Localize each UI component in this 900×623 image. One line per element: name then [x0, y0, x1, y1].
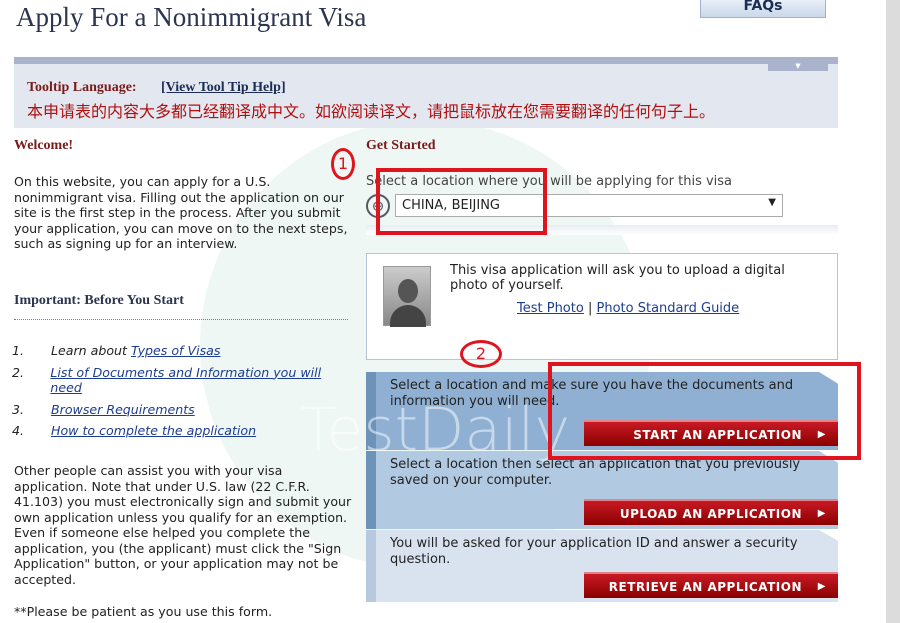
arrow-right-icon: ▶ [817, 581, 826, 592]
list-item: 1. Learn about Types of Visas [12, 343, 352, 359]
patience-notice: **Please be patient as you use this form… [14, 604, 273, 619]
item-number: 2. [12, 364, 25, 380]
photo-text: This visa application will ask you to up… [450, 263, 785, 293]
watermark: TestDaily [300, 395, 570, 465]
browser-requirements-link[interactable]: Browser Requirements [51, 402, 195, 417]
view-tooltip-help-link[interactable]: [View Tool Tip Help] [161, 80, 286, 96]
signing-notice: Other people can assist you with your vi… [14, 463, 352, 587]
photo-info-box: This visa application will ask you to up… [366, 253, 838, 360]
list-item: 2. List of Documents and Information you … [12, 365, 352, 396]
tooltip-language-panel: ▼ Tooltip Language: [View Tool Tip Help]… [14, 57, 838, 128]
dropdown-arrow-icon[interactable]: ▼ [768, 197, 776, 208]
welcome-heading: Welcome! [14, 138, 74, 153]
how-to-complete-link[interactable]: How to complete the application [51, 423, 256, 438]
get-started-heading: Get Started [366, 138, 436, 153]
upload-application-button[interactable]: UPLOAD AN APPLICATION ▶ [584, 499, 838, 525]
annotation-number-2: 2 [460, 340, 502, 368]
types-of-visas-link[interactable]: Types of Visas [131, 343, 220, 358]
item-prefix: Learn about [51, 343, 131, 358]
retrieve-panel: You will be asked for your application I… [366, 530, 838, 602]
sample-photo [383, 266, 431, 327]
test-photo-link[interactable]: Test Photo [517, 301, 584, 316]
item-number: 3. [12, 401, 25, 417]
annotation-number-1: 1 [331, 148, 355, 180]
scrollbar[interactable] [886, 0, 900, 623]
button-label: RETRIEVE AN APPLICATION [608, 580, 802, 594]
chinese-notice: 本申请表的内容大多都已经翻译成中文。如欲阅读译文，请把鼠标放在您需要翻译的任何句… [27, 102, 716, 121]
important-heading: Important: Before You Start [14, 293, 348, 320]
annotation-box-1 [376, 168, 547, 235]
item-number: 4. [12, 423, 25, 438]
tooltip-language-label: Tooltip Language: [27, 80, 137, 95]
page-title: Apply For a Nonimmigrant Visa [16, 2, 367, 32]
faqs-button[interactable]: FAQs [700, 0, 826, 18]
retrieve-application-button[interactable]: RETRIEVE AN APPLICATION ▶ [584, 572, 838, 598]
arrow-right-icon: ▶ [817, 508, 826, 519]
collapse-toggle[interactable]: ▼ [768, 63, 828, 71]
retrieve-text: You will be asked for your application I… [390, 536, 798, 567]
item-number: 1. [12, 343, 25, 358]
annotation-box-2 [548, 362, 861, 460]
button-label: UPLOAD AN APPLICATION [619, 507, 802, 521]
welcome-text: On this website, you can apply for a U.S… [14, 174, 348, 251]
documents-list-link[interactable]: List of Documents and Information you wi… [50, 365, 321, 396]
separator: | [587, 301, 593, 316]
photo-guide-link[interactable]: Photo Standard Guide [597, 301, 740, 316]
